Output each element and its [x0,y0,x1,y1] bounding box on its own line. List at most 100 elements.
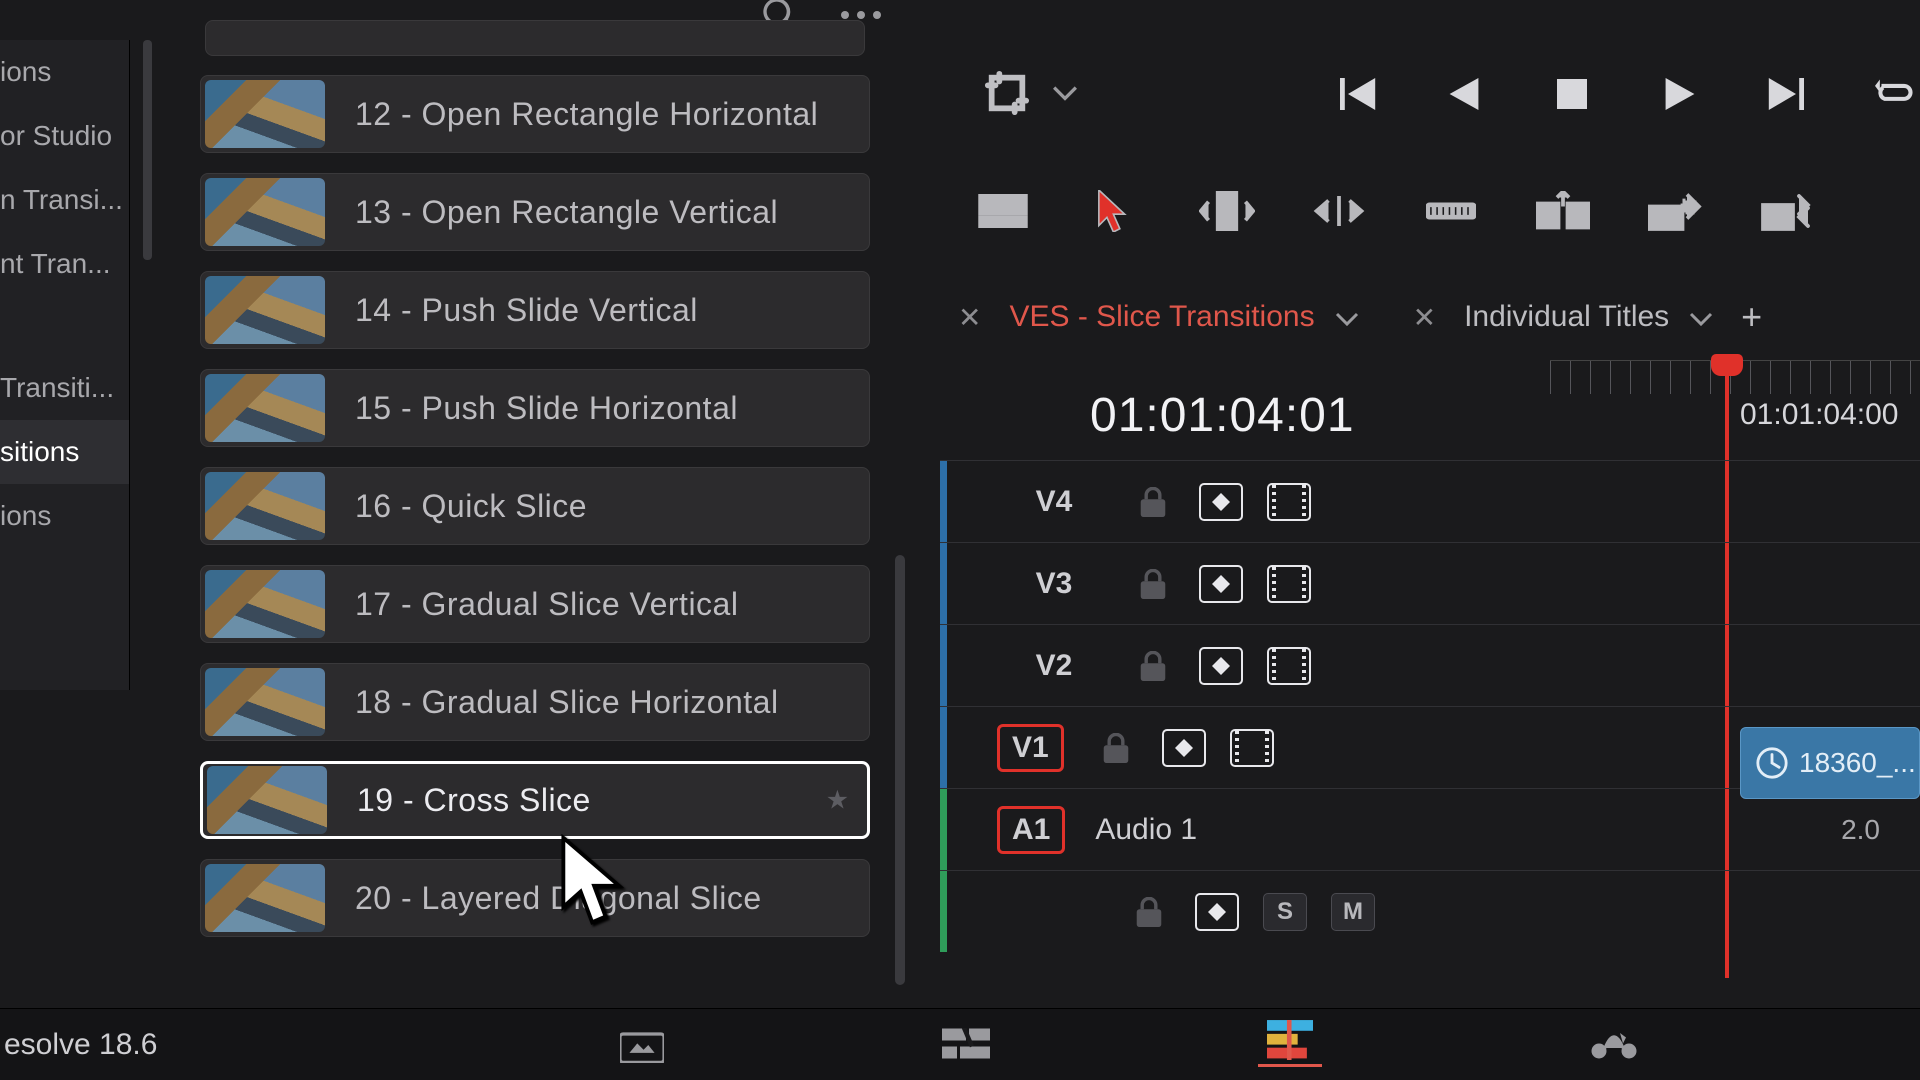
track-color-bar [940,707,947,788]
effect-label: 16 - Quick Slice [355,488,587,525]
effects-scrollbar[interactable] [895,555,905,985]
selection-tool-icon[interactable] [1084,185,1146,237]
audio-track-header[interactable]: A1Audio 12.0 [940,788,1920,870]
timeline-tab-active[interactable]: VES - Slice Transitions [1003,300,1320,334]
track-color-bar [940,789,947,870]
effect-label: 20 - Layered Diagonal Slice [355,880,762,917]
video-clip[interactable]: 18360_... [1740,727,1920,799]
solo-button[interactable]: S [1263,893,1307,931]
effect-label: 13 - Open Rectangle Vertical [355,194,778,231]
skip-start-icon[interactable] [1332,70,1380,118]
edit-page-icon[interactable] [1258,1023,1322,1067]
sidebar-scrollbar[interactable] [143,40,152,260]
play-icon[interactable] [1656,70,1704,118]
track-color-bar [940,625,947,706]
auto-select-icon[interactable] [1195,893,1239,931]
audio-track-controls: SM [940,870,1920,952]
loop-icon[interactable] [1872,70,1920,118]
video-track-header[interactable]: V4 [940,460,1920,542]
effect-item[interactable]: 20 - Layered Diagonal Slice [200,859,870,937]
close-tab-icon[interactable]: ✕ [950,301,989,334]
effects-panel: 12 - Open Rectangle Horizontal 13 - Open … [170,0,912,1000]
effect-item[interactable]: 16 - Quick Slice [200,467,870,545]
track-headers: V4V3V2V1A1Audio 12.0SM [940,460,1920,952]
edit-toolbar [972,185,1818,237]
ruler-timecode: 01:01:04:00 [1740,398,1898,432]
category-item-selected[interactable]: sitions [0,420,129,484]
track-visible-icon[interactable] [1267,483,1311,521]
effect-thumbnail [205,276,325,344]
overwrite-tool-icon[interactable] [1644,185,1706,237]
fusion-page-icon[interactable] [1582,1023,1646,1067]
track-color-bar [940,871,947,952]
lock-icon[interactable] [1131,565,1175,603]
category-item[interactable]: ions [0,40,129,104]
lock-icon[interactable] [1131,483,1175,521]
version-label: esolve 18.6 [0,1028,240,1062]
lock-icon[interactable] [1094,729,1138,767]
category-item[interactable]: n Transi... [0,168,129,232]
effect-item[interactable]: 18 - Gradual Slice Horizontal [200,663,870,741]
chevron-down-icon[interactable] [1689,300,1713,334]
timeline-view-icon[interactable] [972,185,1034,237]
trim-tool-icon[interactable] [1196,185,1258,237]
effect-label: 17 - Gradual Slice Vertical [355,586,738,623]
effect-item[interactable]: 12 - Open Rectangle Horizontal [200,75,870,153]
track-name[interactable]: V4 [1007,485,1101,519]
effect-item[interactable]: 17 - Gradual Slice Vertical [200,565,870,643]
replace-tool-icon[interactable] [1756,185,1818,237]
insert-tool-icon[interactable] [1532,185,1594,237]
category-item[interactable]: nt Tran... [0,232,129,296]
play-reverse-icon[interactable] [1440,70,1488,118]
cut-page-icon[interactable] [934,1023,998,1067]
effect-label: 19 - Cross Slice [357,782,591,819]
add-timeline-icon[interactable]: + [1727,296,1776,338]
lock-icon[interactable] [1127,893,1171,931]
category-item[interactable]: or Studio [0,104,129,168]
skip-end-icon[interactable] [1764,70,1812,118]
track-visible-icon[interactable] [1267,647,1311,685]
track-name[interactable]: V3 [1007,567,1101,601]
track-name[interactable]: V2 [1007,649,1101,683]
dynamic-trim-icon[interactable] [1308,185,1370,237]
blade-tool-icon[interactable] [1420,185,1482,237]
clip-label: 18360_... [1799,747,1916,779]
category-sidebar: ions or Studio n Transi... nt Tran... Tr… [0,40,130,690]
effect-thumbnail [205,178,325,246]
effect-thumbnail [205,80,325,148]
effect-thumbnail [205,668,325,736]
category-item[interactable]: Transiti... [0,356,129,420]
video-track-header[interactable]: V3 [940,542,1920,624]
effect-item[interactable]: 15 - Push Slide Horizontal [200,369,870,447]
stop-icon[interactable] [1548,70,1596,118]
auto-select-icon[interactable] [1199,483,1243,521]
effect-item[interactable]: 19 - Cross Slice ★ [200,761,870,839]
video-track-header[interactable]: V2 [940,624,1920,706]
track-visible-icon[interactable] [1230,729,1274,767]
effects-list: 12 - Open Rectangle Horizontal 13 - Open … [200,75,870,957]
category-item[interactable]: ions [0,484,129,548]
auto-select-icon[interactable] [1199,647,1243,685]
track-name[interactable]: A1 [997,806,1065,854]
auto-select-icon[interactable] [1199,565,1243,603]
timecode-display[interactable]: 01:01:04:01 [1090,388,1355,443]
lock-icon[interactable] [1131,647,1175,685]
effect-thumbnail [205,864,325,932]
track-visible-icon[interactable] [1267,565,1311,603]
transport-controls [1332,70,1920,118]
crop-tool-icon[interactable] [984,70,1030,121]
close-tab-icon[interactable]: ✕ [1405,301,1444,334]
mute-button[interactable]: M [1331,893,1375,931]
effects-top-strip[interactable] [205,20,865,56]
track-name[interactable]: V1 [997,724,1064,772]
media-page-icon[interactable] [610,1023,674,1067]
effect-thumbnail [205,472,325,540]
effect-label: 14 - Push Slide Vertical [355,292,698,329]
effect-item[interactable]: 14 - Push Slide Vertical [200,271,870,349]
timeline-tab[interactable]: Individual Titles [1458,300,1675,334]
chevron-down-icon[interactable] [1335,300,1359,334]
favorite-star-icon[interactable]: ★ [826,785,849,816]
chevron-down-icon[interactable] [1052,84,1078,107]
effect-item[interactable]: 13 - Open Rectangle Vertical [200,173,870,251]
auto-select-icon[interactable] [1162,729,1206,767]
